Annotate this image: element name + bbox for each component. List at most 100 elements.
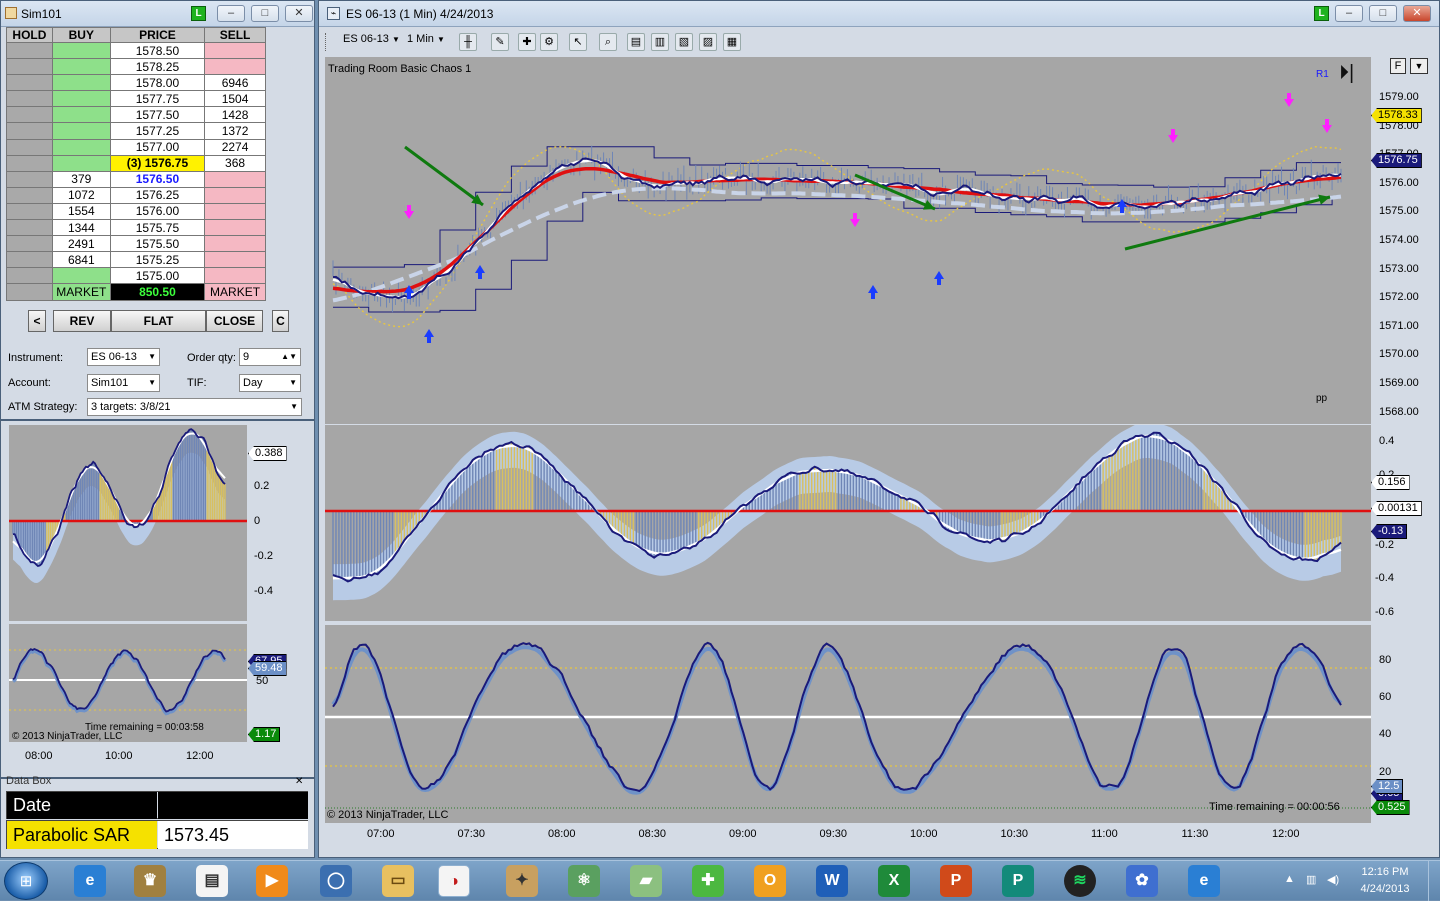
hold-cell[interactable]	[6, 202, 53, 221]
clock-date[interactable]: 4/24/2013	[1352, 883, 1418, 895]
stoch-pane[interactable]: © 2013 NinjaTrader, LLC Time remaining =…	[325, 625, 1371, 823]
pencil-icon[interactable]: ✎	[491, 33, 509, 51]
folder-icon[interactable]: ▭	[382, 865, 414, 897]
hold-cell[interactable]	[6, 251, 53, 269]
buy-cell[interactable]	[51, 122, 111, 140]
chart-titlebar[interactable]: ⌁ ES 06-13 (1 Min) 4/24/2013 L – □ ✕	[319, 1, 1439, 27]
excel-icon[interactable]: X	[878, 865, 910, 897]
bar-style-icon[interactable]: ╫	[459, 33, 477, 51]
maximize-button[interactable]: □	[251, 5, 279, 22]
buy-cell[interactable]	[51, 58, 111, 76]
sell-cell[interactable]	[204, 219, 266, 237]
order-qty-stepper[interactable]: 9 ▲▼	[239, 348, 301, 366]
hold-cell[interactable]	[6, 138, 53, 156]
macd-pane[interactable]	[325, 425, 1371, 621]
minimize-button[interactable]: –	[217, 5, 245, 22]
sell-cell[interactable]: 1428	[204, 106, 266, 124]
spotify-icon[interactable]: ≋	[1064, 865, 1096, 897]
buy-cell[interactable]: 2491	[51, 235, 111, 253]
stepper-icon[interactable]: ▲▼	[281, 349, 297, 365]
app-trophy-icon[interactable]: ♛	[134, 865, 166, 897]
buy-cell[interactable]	[51, 267, 111, 285]
buy-cell[interactable]	[51, 106, 111, 124]
start-button[interactable]: ⊞	[4, 862, 48, 900]
chart-maximize-button[interactable]: □	[1369, 5, 1397, 22]
powerpoint-icon[interactable]: P	[940, 865, 972, 897]
word-icon[interactable]: W	[816, 865, 848, 897]
tray-arrow-icon[interactable]: ▲	[1284, 873, 1295, 885]
show-desktop-button[interactable]	[1428, 861, 1440, 901]
market-buy-button[interactable]: MARKET	[51, 283, 111, 301]
sell-cell[interactable]: 368	[204, 154, 266, 172]
print-icon[interactable]: ▨	[699, 33, 717, 51]
properties-icon[interactable]: ▧	[675, 33, 693, 51]
sell-cell[interactable]	[204, 202, 266, 221]
volume-icon[interactable]: ◀)	[1327, 873, 1339, 886]
compass-icon[interactable]: ✦	[506, 865, 538, 897]
back-button[interactable]: <	[28, 310, 46, 332]
sell-cell[interactable]: 2274	[204, 138, 266, 156]
atm-strategy-select[interactable]: 3 targets: 3/8/21 ▼	[87, 398, 302, 416]
data-box-close-icon[interactable]: ✕	[295, 776, 303, 787]
chart-link-icon[interactable]: L	[1314, 6, 1329, 21]
market-sell-button[interactable]: MARKET	[204, 283, 266, 301]
strategy-icon[interactable]: ⚙	[540, 33, 558, 51]
mini-macd-pane[interactable]	[9, 425, 247, 621]
link-icon[interactable]: L	[191, 6, 206, 21]
chart-close-button[interactable]: ✕	[1403, 5, 1431, 22]
f-dropdown-icon[interactable]: ▼	[1410, 58, 1428, 74]
flower-icon[interactable]: ✿	[1126, 865, 1158, 897]
buy-cell[interactable]	[51, 41, 111, 60]
document-icon[interactable]: ▤	[196, 865, 228, 897]
atom-icon[interactable]: ⚛	[568, 865, 600, 897]
chat-icon[interactable]: ◯	[320, 865, 352, 897]
add-indicator-icon[interactable]: ✚	[518, 33, 536, 51]
ie-pinned-icon[interactable]: e	[1188, 865, 1220, 897]
puzzle-icon[interactable]: ✚	[692, 865, 724, 897]
hold-cell[interactable]	[6, 106, 53, 124]
sell-cell[interactable]	[204, 41, 266, 60]
buy-cell[interactable]: 6841	[51, 251, 111, 269]
sell-cell[interactable]	[204, 186, 266, 204]
buy-cell[interactable]	[51, 138, 111, 156]
hold-cell[interactable]	[6, 74, 53, 92]
close-button[interactable]: ✕	[285, 5, 313, 22]
templates-icon[interactable]: ▦	[723, 33, 741, 51]
hold-cell[interactable]	[6, 267, 53, 285]
c-button[interactable]: C	[272, 310, 289, 332]
sell-cell[interactable]	[204, 170, 266, 188]
clock-time[interactable]: 12:16 PM	[1352, 866, 1418, 878]
sell-cell[interactable]	[204, 58, 266, 76]
hold-cell[interactable]	[6, 170, 53, 188]
flatten-button[interactable]: FLAT	[111, 310, 206, 332]
internet-explorer-icon[interactable]: e	[74, 865, 106, 897]
play-icon[interactable]: ⏵|	[1339, 63, 1354, 83]
account-select[interactable]: Sim101 ▼	[87, 374, 160, 392]
zoom-icon[interactable]: ⌕	[599, 33, 617, 51]
hold-cell[interactable]	[6, 58, 53, 76]
chart-minimize-button[interactable]: –	[1335, 5, 1363, 22]
sell-cell[interactable]	[204, 251, 266, 269]
sell-cell[interactable]	[204, 267, 266, 285]
chart-trader-icon[interactable]: ▥	[651, 33, 669, 51]
sell-cell[interactable]	[204, 235, 266, 253]
buy-cell[interactable]	[51, 154, 111, 172]
reverse-button[interactable]: REV	[53, 310, 111, 332]
data-box-icon[interactable]: ▤	[627, 33, 645, 51]
sell-cell[interactable]: 1372	[204, 122, 266, 140]
mini-stoch-pane[interactable]: Time remaining = 00:03:58 © 2013 NinjaTr…	[9, 624, 247, 742]
hold-cell[interactable]	[6, 154, 53, 172]
media-player-icon[interactable]: ▶	[256, 865, 288, 897]
buy-cell[interactable]	[51, 90, 111, 108]
hold-cell[interactable]	[6, 41, 53, 60]
sell-cell[interactable]: 6946	[204, 74, 266, 92]
outlook-icon[interactable]: O	[754, 865, 786, 897]
hold-cell[interactable]	[6, 235, 53, 253]
price-pane[interactable]: Trading Room Basic Chaos 1 R1 pp ⏵|	[325, 57, 1371, 424]
publisher-icon[interactable]: P	[1002, 865, 1034, 897]
hold-cell[interactable]	[6, 122, 53, 140]
hold-cell[interactable]	[6, 90, 53, 108]
instrument-dropdown[interactable]: ES 06-13 ▼	[343, 33, 400, 45]
buy-cell[interactable]: 1072	[51, 186, 111, 204]
buy-cell[interactable]: 379	[51, 170, 111, 188]
